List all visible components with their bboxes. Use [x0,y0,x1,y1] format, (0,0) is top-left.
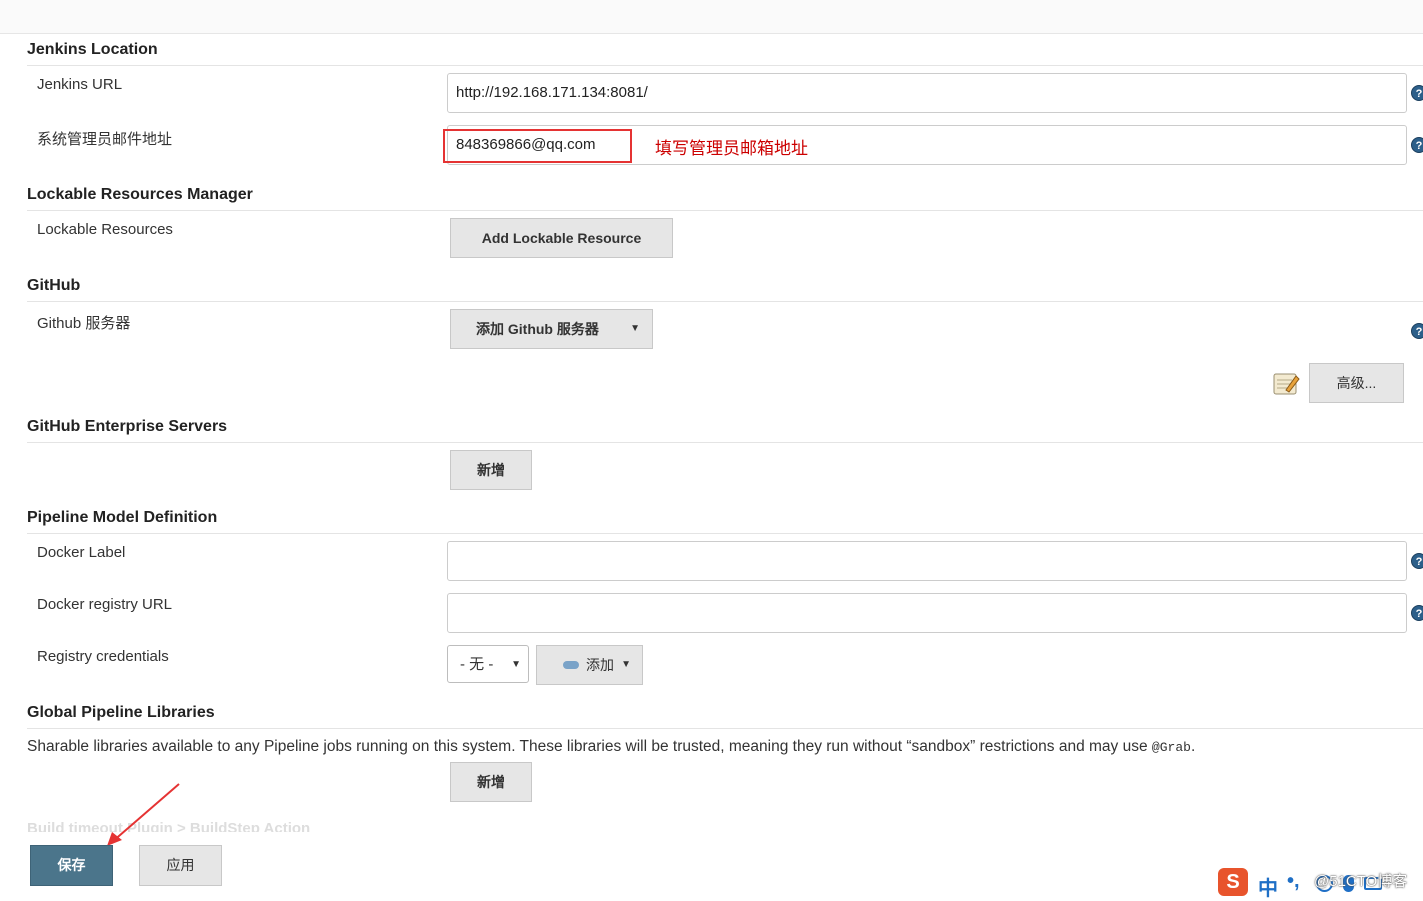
add-library-button[interactable]: 新增 [450,762,532,802]
description-end: . [1190,738,1196,755]
section-title-github: GitHub [27,277,81,294]
registry-credentials-selected: - 无 - [460,656,494,673]
section-divider [27,65,1423,66]
section-title-lockable-resources: Lockable Resources Manager [27,186,253,203]
section-divider [27,301,1423,302]
docker-label-input[interactable] [447,541,1407,581]
caret-down-icon: ▼ [630,323,640,334]
help-icon[interactable]: ? [1411,553,1423,569]
ime-punct-icon: •, [1287,870,1300,892]
add-enterprise-server-button[interactable]: 新增 [450,450,532,490]
section-title-jenkins-location: Jenkins Location [27,41,158,58]
add-credentials-button[interactable]: 添加 ▼ [536,645,643,685]
caret-down-icon: ▼ [511,659,521,670]
section-divider [27,442,1423,443]
global-libraries-description: Sharable libraries available to any Pipe… [27,738,1195,756]
notepad-icon[interactable] [1272,370,1300,397]
section-divider [27,728,1423,729]
lockable-resources-label: Lockable Resources [37,221,173,238]
registry-credentials-select[interactable]: - 无 - ▼ [447,645,529,683]
ime-language-icon: 中 [1258,878,1278,900]
watermark: @51CTO博客 [1314,873,1408,890]
docker-registry-url-label: Docker registry URL [37,596,173,613]
top-band [0,0,1423,34]
add-credentials-label: 添加 [586,657,614,673]
section-title-pipeline-model: Pipeline Model Definition [27,509,218,526]
section-divider [27,210,1423,211]
grab-code: @Grab [1151,740,1191,755]
annotation-arrow [107,783,180,846]
description-text: Sharable libraries available to any Pipe… [27,738,1148,755]
add-github-server-button[interactable]: 添加 Github 服务器 ▼ [450,309,653,349]
docker-label-label: Docker Label [37,544,126,561]
add-github-server-label: 添加 Github 服务器 [476,321,599,337]
registry-credentials-label: Registry credentials [37,648,169,665]
add-lockable-resource-button[interactable]: Add Lockable Resource [450,218,673,258]
advanced-button[interactable]: 高级... [1309,363,1404,403]
github-servers-label: Github 服务器 [37,315,131,332]
help-icon[interactable]: ? [1411,85,1423,101]
section-title-github-enterprise: GitHub Enterprise Servers [27,418,228,435]
docker-registry-url-input[interactable] [447,593,1407,633]
annotation-highlight-box [443,129,632,163]
help-icon[interactable]: ? [1411,605,1423,621]
caret-down-icon: ▼ [621,659,631,670]
jenkins-url-label: Jenkins URL [37,76,123,93]
save-button[interactable]: 保存 [30,845,113,886]
sogou-logo-icon: S [1218,868,1248,896]
key-icon [563,661,579,669]
admin-email-label: 系统管理员邮件地址 [37,131,173,148]
section-divider [27,533,1423,534]
help-icon[interactable]: ? [1411,323,1423,339]
apply-button[interactable]: 应用 [139,845,222,886]
help-icon[interactable]: ? [1411,137,1423,153]
section-title-global-pipeline-libraries: Global Pipeline Libraries [27,704,215,721]
jenkins-url-input[interactable]: http://192.168.171.134:8081/ [447,73,1407,113]
annotation-note: 填写管理员邮箱地址 [655,139,808,158]
